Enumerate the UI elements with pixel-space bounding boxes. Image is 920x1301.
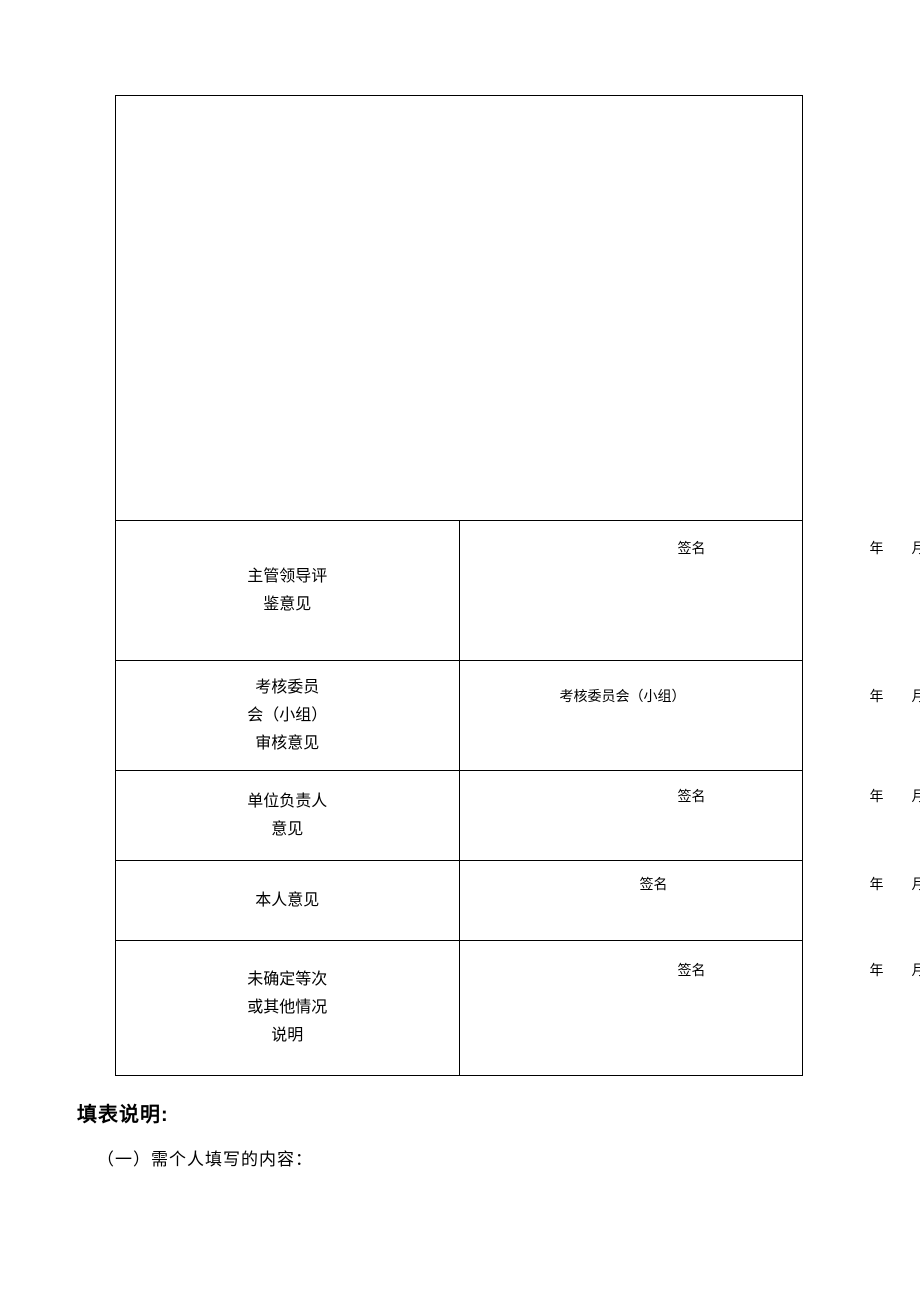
year-label: 年 [870, 543, 884, 557]
notes-title: 填表说明: [77, 1098, 803, 1127]
row-content-cell: 考核委员会（小组） 年 月 B [459, 661, 803, 771]
row-content-cell: 签名 年 月 日 [459, 771, 803, 861]
month-label: 月 [912, 879, 920, 893]
signature-label: 签名 [678, 965, 706, 979]
signature-label: 签名 [678, 791, 706, 805]
year-label: 年 [870, 879, 884, 893]
year-label: 年 [870, 691, 884, 705]
signature-label: 签名 [678, 543, 706, 557]
table-row [116, 96, 803, 521]
table-row: 未确定等次 或其他情况 说明 签名 年 月 S [116, 941, 803, 1076]
blank-area [116, 96, 803, 521]
table-row: 考核委员 会（小组） 审核意见 考核委员会（小组） 年 月 B [116, 661, 803, 771]
row-content-cell: 签名 年 月 S [459, 941, 803, 1076]
notes-line-1: （一）需个人填写的内容： [97, 1145, 803, 1170]
row-label-cell: 主管领导评 鉴意见 [116, 521, 460, 661]
table-row: 单位负责人 意见 签名 年 月 日 [116, 771, 803, 861]
row-label-cell: 未确定等次 或其他情况 说明 [116, 941, 460, 1076]
table-row: 主管领导评 鉴意见 签名 年 月 日 [116, 521, 803, 661]
signature-label: 考核委员会（小组） [560, 691, 686, 705]
page: 主管领导评 鉴意见 签名 年 月 日 考核委员 会（小组） 审核意见 [115, 95, 803, 1170]
row-label: 主管领导评 鉴意见 [116, 563, 459, 619]
month-label: 月 [912, 965, 920, 979]
form-table: 主管领导评 鉴意见 签名 年 月 日 考核委员 会（小组） 审核意见 [115, 95, 803, 1076]
row-label: 未确定等次 或其他情况 说明 [116, 966, 459, 1050]
row-label-cell: 考核委员 会（小组） 审核意见 [116, 661, 460, 771]
year-label: 年 [870, 965, 884, 979]
row-label: 本人意见 [116, 887, 459, 915]
month-label: 月 [912, 543, 920, 557]
row-label-cell: 单位负责人 意见 [116, 771, 460, 861]
row-label: 单位负责人 意见 [116, 788, 459, 844]
year-label: 年 [870, 791, 884, 805]
signature-label: 签名 [640, 879, 668, 893]
table-row: 本人意见 签名 年 月 S [116, 861, 803, 941]
notes-section: 填表说明: （一）需个人填写的内容： [115, 1098, 803, 1170]
row-content-cell: 签名 年 月 S [459, 861, 803, 941]
month-label: 月 [912, 791, 920, 805]
row-content-cell: 签名 年 月 日 [459, 521, 803, 661]
row-label-cell: 本人意见 [116, 861, 460, 941]
month-label: 月 [912, 691, 920, 705]
row-label: 考核委员 会（小组） 审核意见 [116, 674, 459, 758]
